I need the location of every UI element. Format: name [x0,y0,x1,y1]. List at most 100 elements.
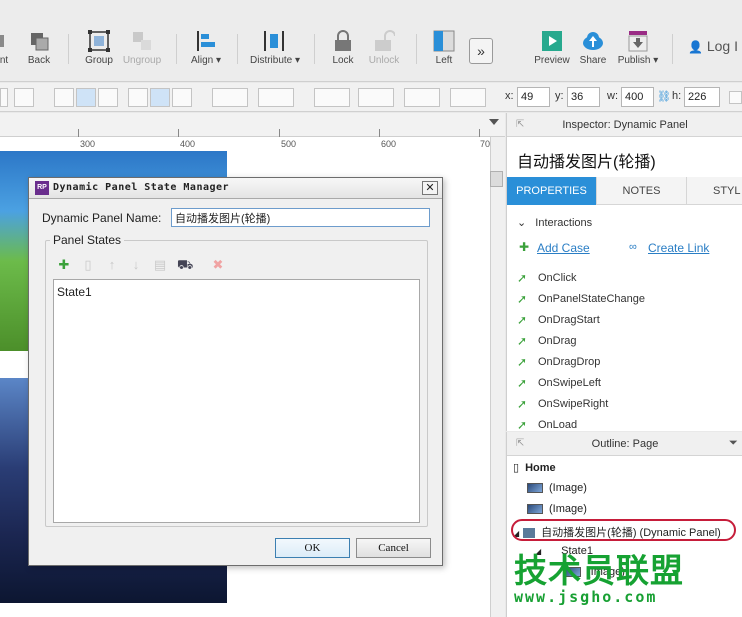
event-icon: ➚ [517,334,528,348]
panel-name-label: Dynamic Panel Name: [42,211,162,225]
inspector-header: ⇱ Inspector: Dynamic Panel [507,113,742,137]
left-panel-icon [433,30,455,52]
outline-item-image[interactable]: (Image) [527,482,587,494]
scrollbar-thumb[interactable] [490,171,503,187]
login-button[interactable]: 👤 Log I [688,38,738,54]
event-onpanelstatechange[interactable]: ➚ OnPanelStateChange [517,292,645,306]
toolbar-divider [68,34,69,64]
align-bottom-button[interactable] [172,88,192,107]
vertical-scrollbar[interactable] [490,137,505,617]
share-cloud-icon [582,30,604,52]
share-button[interactable]: Share [577,30,609,78]
panel-name-input[interactable] [171,208,430,227]
w-input[interactable] [621,87,654,107]
send-back-button[interactable]: Back [24,30,54,78]
align-top-button[interactable] [128,88,148,107]
interactions-section[interactable]: ⌄ Interactions [517,216,592,229]
tab-properties[interactable]: PROPERTIES [507,177,597,205]
add-case-link[interactable]: Add Case [537,241,590,255]
align-left-button[interactable] [54,88,74,107]
unlock-icon [373,30,396,52]
outline-header-title: Outline: Page [591,438,659,450]
edit-all-states-icon[interactable]: ⛟ [177,258,193,272]
y-input[interactable] [567,87,600,107]
unlock-button[interactable]: Unlock [366,30,402,78]
event-icon: ➚ [517,397,528,411]
watermark: 技术员联盟 www.jsgho.com [514,551,702,606]
ok-button[interactable]: OK [275,538,350,558]
toolbar-divider [176,34,177,64]
event-ondragdrop[interactable]: ➚ OnDragDrop [517,355,600,369]
link-aspect-icon[interactable]: ⛓ [657,90,671,103]
dialog-titlebar[interactable]: RP Dynamic Panel State Manager ✕ [29,178,442,199]
horizontal-ruler [0,113,505,137]
lock-button[interactable]: Lock [329,30,357,78]
ruler-dropdown-icon[interactable] [489,119,499,125]
toolbar-divider [672,34,673,64]
publish-button[interactable]: Publish ▾ [616,30,660,78]
group-icon [88,30,110,52]
cancel-button[interactable]: Cancel [356,538,431,558]
align-button[interactable]: Align ▾ [189,30,223,78]
inspector-tabs: PROPERTIES NOTES STYL [507,177,742,205]
tab-notes[interactable]: NOTES [597,177,687,205]
group-button[interactable]: Group [82,30,116,78]
arrow-style-dropdown[interactable] [450,88,486,107]
line-color-dropdown[interactable] [314,88,350,107]
widget-name[interactable]: 自动播发图片(轮播) [517,148,656,172]
watermark-logo: 技术员联盟 [514,551,684,590]
edit-state-icon[interactable]: ▤ [153,258,167,272]
filter-icon[interactable]: ⏷ [729,437,738,450]
event-icon: ➚ [517,271,528,285]
event-onclick[interactable]: ➚ OnClick [517,271,577,285]
inspector-header-title: Inspector: Dynamic Panel [562,119,688,131]
format-button[interactable] [0,88,8,107]
ruler-tick: 300 [80,139,96,149]
toolbar-divider [416,34,417,64]
ungroup-button[interactable]: Ungroup [121,30,163,78]
distribute-button[interactable]: Distribute ▾ [250,30,300,78]
preview-button[interactable]: Preview [533,30,571,78]
shadow-dropdown[interactable] [258,88,294,107]
create-link-link[interactable]: Create Link [648,241,709,255]
list-item[interactable]: State1 [57,285,92,299]
states-list[interactable]: State1 [53,279,420,523]
x-input[interactable] [517,87,550,107]
event-ondrag[interactable]: ➚ OnDrag [517,334,577,348]
move-down-icon[interactable]: ↓ [129,258,143,272]
format-bar: x: y: w: ⛓ h: [0,83,742,112]
event-onload[interactable]: ➚ OnLoad [517,418,577,432]
bullet-list-button[interactable] [14,88,34,107]
outline-item-image[interactable]: (Image) [527,503,587,515]
close-button[interactable]: ✕ [422,181,438,195]
line-width-dropdown[interactable] [358,88,394,107]
align-center-button[interactable] [76,88,96,107]
align-icon [195,30,217,52]
interactions-label: Interactions [535,217,593,229]
inspector-panel: ⇱ Inspector: Dynamic Panel 自动播发图片(轮播) PR… [506,113,742,432]
event-ondragstart[interactable]: ➚ OnDragStart [517,313,600,327]
outline-item-home[interactable]: ▯ Home [513,461,556,474]
align-middle-button[interactable] [150,88,170,107]
h-input[interactable] [684,87,720,107]
user-icon: 👤 [688,40,703,54]
left-panel-button[interactable]: Left [431,30,457,78]
move-up-icon[interactable]: ↑ [105,258,119,272]
event-onswipeleft[interactable]: ➚ OnSwipeLeft [517,376,601,390]
line-style-dropdown[interactable] [404,88,440,107]
delete-state-icon[interactable]: ✖ [211,258,225,272]
align-right-button[interactable] [98,88,118,107]
tab-style[interactable]: STYL [687,177,742,205]
duplicate-state-icon[interactable]: ▯ [81,258,95,272]
h-label: h: [672,90,682,102]
fill-color-dropdown[interactable] [212,88,248,107]
event-onswiperight[interactable]: ➚ OnSwipeRight [517,397,608,411]
add-case-icon: ✚ [519,240,530,254]
hidden-checkbox[interactable] [729,91,742,104]
paint-format-button[interactable]: nt [0,30,14,78]
outline-header: ⇱ Outline: Page ⏷ [507,432,742,456]
lock-icon [332,30,354,52]
more-tools-button[interactable]: » [469,38,493,64]
x-label: x: [505,90,514,102]
add-state-icon[interactable]: ✚ [57,258,71,272]
